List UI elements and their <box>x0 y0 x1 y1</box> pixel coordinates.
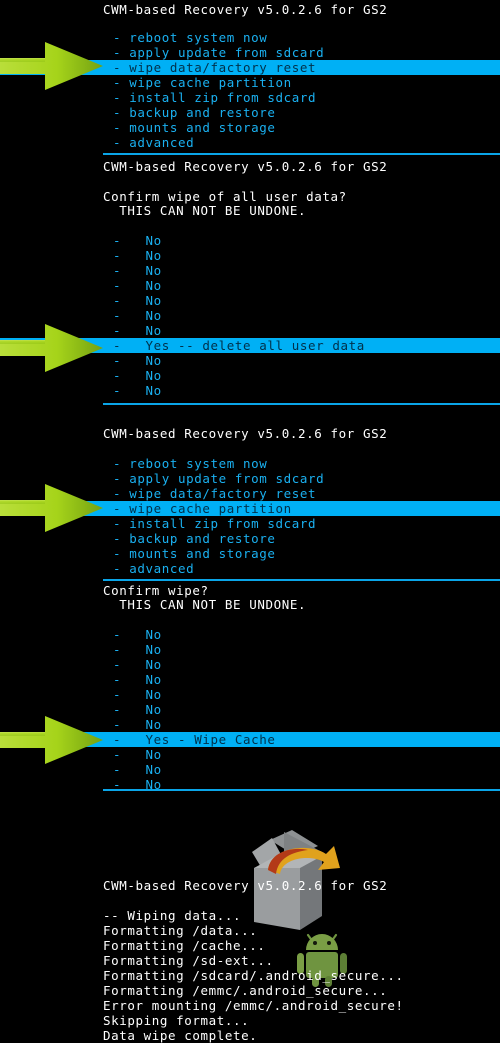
cache-option-no-6[interactable]: - No <box>113 702 162 717</box>
confirm-option-no-2[interactable]: - No <box>113 248 162 263</box>
confirm-option-yes-delete-all-user-data[interactable]: - Yes -- delete all user data <box>0 338 500 353</box>
screen5-title: CWM-based Recovery v5.0.2.6 for GS2 <box>103 878 388 893</box>
confirm-option-no-7[interactable]: - No <box>113 323 162 338</box>
menu2-item-advanced[interactable]: - advanced <box>113 561 194 576</box>
menu2-item-apply-update-from-sdcard[interactable]: - apply update from sdcard <box>113 471 324 486</box>
confirm-option-no-6[interactable]: - No <box>113 308 162 323</box>
log-line-2: Formatting /data... <box>103 923 258 938</box>
confirm-option-no-10[interactable]: - No <box>113 383 162 398</box>
log-line-7: Error mounting /emmc/.android_secure! <box>103 998 404 1013</box>
cache-option-no-3[interactable]: - No <box>113 657 162 672</box>
confirm-wipe-data-prompt: Confirm wipe of all user data? <box>103 189 347 204</box>
log-line-8: Skipping format... <box>103 1013 250 1028</box>
log-line-5: Formatting /sdcard/.android_secure... <box>103 968 404 983</box>
menu2-item-install-zip-from-sdcard[interactable]: - install zip from sdcard <box>113 516 316 531</box>
log-line-3: Formatting /cache... <box>103 938 266 953</box>
cache-option-no-9[interactable]: - No <box>113 762 162 777</box>
confirm-option-no-4[interactable]: - No <box>113 278 162 293</box>
cache-option-no-1[interactable]: - No <box>113 627 162 642</box>
cache-option-yes-wipe-cache[interactable]: - Yes - Wipe Cache <box>0 732 500 747</box>
recovery-screenshot: CWM-based Recovery v5.0.2.6 for GS2 - re… <box>0 0 500 1043</box>
menu2-item-backup-and-restore[interactable]: - backup and restore <box>113 531 276 546</box>
confirm-wipe-cache-warning: THIS CAN NOT BE UNDONE. <box>103 597 307 612</box>
section-divider-4 <box>103 789 500 791</box>
log-line-6: Formatting /emmc/.android_secure... <box>103 983 388 998</box>
log-line-4: Formatting /sd-ext... <box>103 953 274 968</box>
log-line-1: -- Wiping data... <box>103 908 242 923</box>
menu-item-apply-update-from-sdcard[interactable]: - apply update from sdcard <box>113 45 324 60</box>
section-divider-3 <box>103 579 500 581</box>
screen3-title: CWM-based Recovery v5.0.2.6 for GS2 <box>103 426 388 441</box>
menu2-item-reboot-system-now[interactable]: - reboot system now <box>113 456 267 471</box>
confirm-option-no-5[interactable]: - No <box>113 293 162 308</box>
screen1-title: CWM-based Recovery v5.0.2.6 for GS2 <box>103 2 388 17</box>
confirm-option-no-8[interactable]: - No <box>113 353 162 368</box>
cache-option-no-2[interactable]: - No <box>113 642 162 657</box>
confirm-option-no-1[interactable]: - No <box>113 233 162 248</box>
menu-item-mounts-and-storage[interactable]: - mounts and storage <box>113 120 276 135</box>
menu2-item-wipe-data-factory-reset[interactable]: - wipe data/factory reset <box>113 486 316 501</box>
cache-option-no-7[interactable]: - No <box>113 717 162 732</box>
section-divider-1 <box>103 153 500 155</box>
cache-option-no-8[interactable]: - No <box>113 747 162 762</box>
menu-item-wipe-data-factory-reset[interactable]: - wipe data/factory reset <box>0 60 500 75</box>
confirm-option-no-3[interactable]: - No <box>113 263 162 278</box>
cache-option-no-5[interactable]: - No <box>113 687 162 702</box>
confirm-option-no-9[interactable]: - No <box>113 368 162 383</box>
menu-item-backup-and-restore[interactable]: - backup and restore <box>113 105 276 120</box>
section-divider-2 <box>103 403 500 405</box>
menu-item-advanced[interactable]: - advanced <box>113 135 194 150</box>
log-line-9: Data wipe complete. <box>103 1028 258 1043</box>
menu-item-install-zip-from-sdcard[interactable]: - install zip from sdcard <box>113 90 316 105</box>
cwm-box-logo <box>252 830 340 930</box>
confirm-wipe-data-warning: THIS CAN NOT BE UNDONE. <box>103 203 307 218</box>
confirm-wipe-cache-prompt: Confirm wipe? <box>103 583 209 598</box>
cache-option-no-4[interactable]: - No <box>113 672 162 687</box>
menu-item-wipe-cache-partition[interactable]: - wipe cache partition <box>113 75 292 90</box>
menu2-item-wipe-cache-partition[interactable]: - wipe cache partition <box>0 501 500 516</box>
screen2-title: CWM-based Recovery v5.0.2.6 for GS2 <box>103 159 388 174</box>
menu-item-reboot-system-now[interactable]: - reboot system now <box>113 30 267 45</box>
menu2-item-mounts-and-storage[interactable]: - mounts and storage <box>113 546 276 561</box>
